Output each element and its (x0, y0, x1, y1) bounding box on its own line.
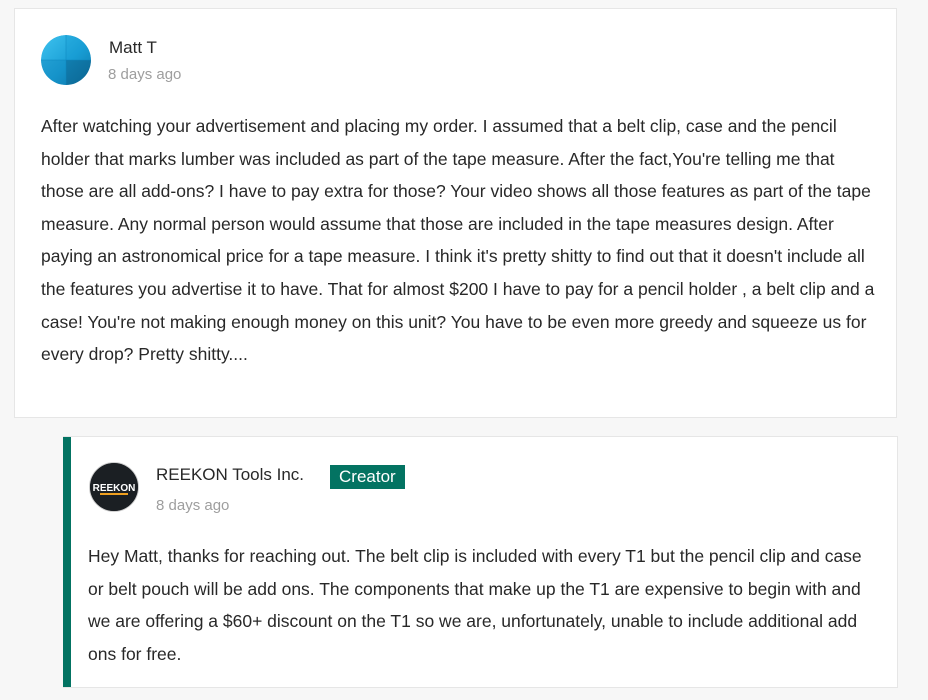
reekon-logo-icon: REEKON (90, 463, 138, 511)
comments-thread: Matt T 8 days ago After watching your ad… (0, 0, 928, 700)
user-avatar[interactable] (41, 35, 91, 85)
creator-badge: Creator (330, 465, 405, 489)
reply-accent-bar (63, 437, 71, 687)
reply-body: Hey Matt, thanks for reaching out. The b… (88, 546, 862, 664)
reply-card: REEKON REEKON Tools Inc. Creator 8 days … (63, 436, 898, 688)
comment-timestamp[interactable]: 8 days ago (108, 66, 181, 83)
creator-avatar[interactable]: REEKON (89, 462, 139, 512)
comment-body: After watching your advertisement and pl… (41, 116, 875, 365)
comment-card: Matt T 8 days ago After watching your ad… (14, 8, 897, 418)
svg-text:REEKON: REEKON (93, 483, 136, 494)
reply-author-name[interactable]: REEKON Tools Inc. (156, 465, 304, 485)
blue-gradient-avatar-icon (41, 35, 91, 85)
reply-timestamp[interactable]: 8 days ago (156, 497, 229, 514)
comment-author-name[interactable]: Matt T (109, 38, 157, 58)
